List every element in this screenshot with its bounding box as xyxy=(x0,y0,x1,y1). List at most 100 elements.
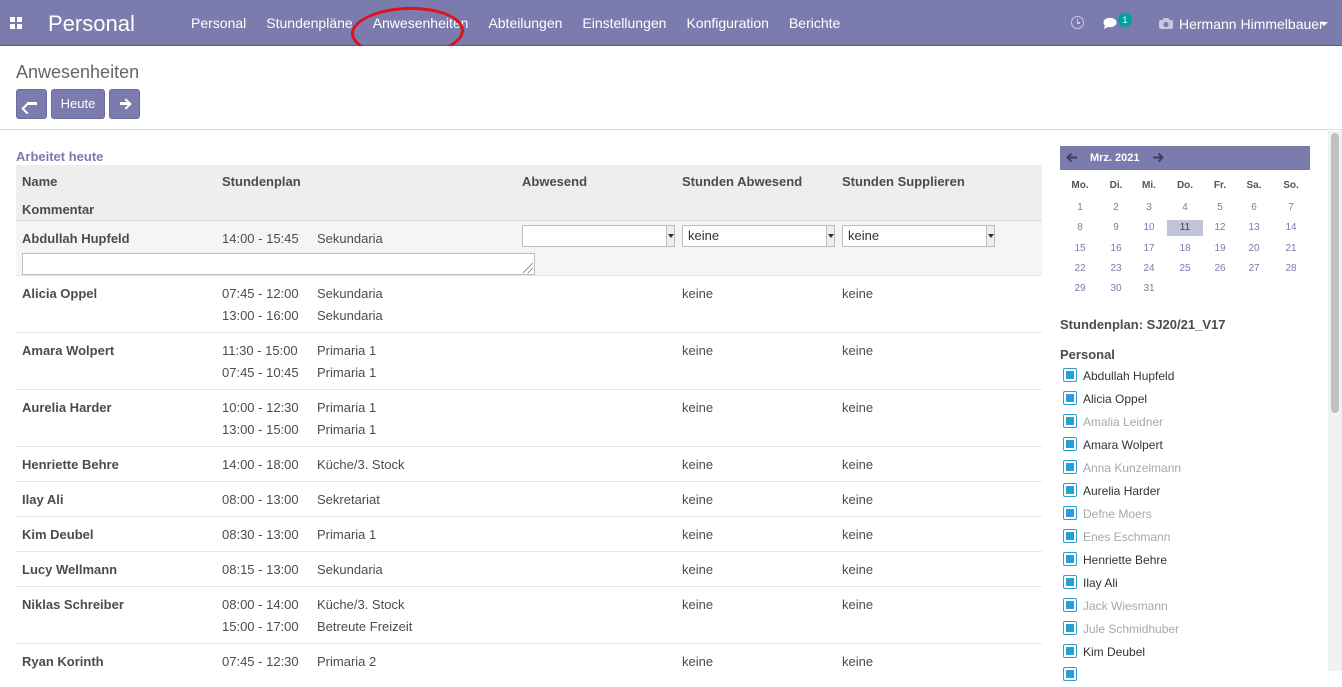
calendar-next-icon[interactable] xyxy=(1152,152,1164,163)
staff-filter-item[interactable]: Enes Eschmann xyxy=(1060,529,1310,549)
calendar-day[interactable]: 10 xyxy=(1131,220,1167,236)
calendar-day[interactable]: 12 xyxy=(1202,220,1238,236)
calendar-day[interactable]: 1 xyxy=(1062,200,1098,216)
checkbox-icon[interactable] xyxy=(1063,506,1077,520)
calendar-day[interactable]: 29 xyxy=(1062,281,1098,297)
hours-substitute-select[interactable]: keine xyxy=(842,225,995,247)
table-row[interactable]: Niklas Schreiber 08:00 - 14:00 Küche/3. St… xyxy=(16,587,1042,644)
checkbox-icon[interactable] xyxy=(1063,667,1077,681)
apps-menu-icon[interactable] xyxy=(10,17,22,29)
table-row[interactable]: Henriette Behre 14:00 - 18:00 Küche/3. Sto… xyxy=(16,447,1042,482)
calendar-day[interactable]: 18 xyxy=(1167,241,1203,257)
table-row-editable[interactable]: Abdullah Hupfeld 14:00 - 15:45 Sekundari… xyxy=(16,221,1042,276)
calendar-day[interactable]: 19 xyxy=(1202,241,1238,257)
absent-select[interactable] xyxy=(522,225,675,247)
column-header-hours-absent[interactable]: Stunden Abwesend xyxy=(682,174,802,189)
calendar-day[interactable]: 3 xyxy=(1131,200,1167,216)
checkbox-icon[interactable] xyxy=(1063,483,1077,497)
calendar-day[interactable]: 16 xyxy=(1098,241,1134,257)
comment-textarea[interactable] xyxy=(22,253,535,275)
user-menu-caret-icon[interactable] xyxy=(1320,22,1328,26)
scrollbar-thumb[interactable] xyxy=(1331,133,1339,413)
checkbox-icon[interactable] xyxy=(1063,644,1077,658)
calendar-day[interactable]: 31 xyxy=(1131,281,1167,297)
calendar-day[interactable]: 6 xyxy=(1236,200,1272,216)
chat-icon[interactable] xyxy=(1103,17,1119,30)
calendar-day[interactable]: 24 xyxy=(1131,261,1167,277)
next-button[interactable] xyxy=(109,89,140,119)
checkbox-icon[interactable] xyxy=(1063,621,1077,635)
staff-filter-item[interactable]: Amalia Leidner xyxy=(1060,414,1310,434)
calendar-prev-icon[interactable] xyxy=(1066,152,1078,163)
checkbox-icon[interactable] xyxy=(1063,414,1077,428)
dropdown-arrow-icon[interactable] xyxy=(986,226,994,246)
staff-filter-item[interactable]: Aurelia Harder xyxy=(1060,483,1310,503)
checkbox-icon[interactable] xyxy=(1063,437,1077,451)
checkbox-icon[interactable] xyxy=(1063,529,1077,543)
staff-filter-item[interactable]: Anna Kunzelmann xyxy=(1060,460,1310,480)
staff-filter-item[interactable]: Jule Schmidhuber xyxy=(1060,621,1310,641)
table-row[interactable]: Ilay Ali 08:00 - 13:00 Sekretariat keine kei… xyxy=(16,482,1042,517)
calendar-day[interactable]: 22 xyxy=(1062,261,1098,277)
calendar-day[interactable]: 17 xyxy=(1131,241,1167,257)
staff-filter-item[interactable]: Amara Wolpert xyxy=(1060,437,1310,457)
staff-filter-item[interactable]: Defne Moers xyxy=(1060,506,1310,526)
calendar-day[interactable]: 20 xyxy=(1236,241,1272,257)
calendar-day[interactable]: 26 xyxy=(1202,261,1238,277)
staff-filter-item[interactable]: Ilay Ali xyxy=(1060,575,1310,595)
calendar-day[interactable]: 8 xyxy=(1062,220,1098,236)
staff-filter-item[interactable]: Henriette Behre xyxy=(1060,552,1310,572)
column-header-schedule[interactable]: Stundenplan xyxy=(222,174,301,189)
user-menu[interactable]: Hermann Himmelbauer xyxy=(1179,16,1324,32)
column-header-comment[interactable]: Kommentar xyxy=(22,202,94,217)
table-row[interactable]: Kim Deubel 08:30 - 13:00 Primaria 1 keine ke… xyxy=(16,517,1042,552)
calendar-month-label[interactable]: Mrz. 2021 xyxy=(1090,152,1140,164)
calendar-day[interactable]: 15 xyxy=(1062,241,1098,257)
staff-filter-item[interactable]: Alicia Oppel xyxy=(1060,391,1310,411)
table-row[interactable]: Lucy Wellmann 08:15 - 13:00 Sekundaria kein… xyxy=(16,552,1042,587)
calendar-day[interactable]: 13 xyxy=(1236,220,1272,236)
checkbox-icon[interactable] xyxy=(1063,575,1077,589)
calendar-day[interactable]: 5 xyxy=(1202,200,1238,216)
calendar-day[interactable]: 9 xyxy=(1098,220,1134,236)
today-button[interactable]: Heute xyxy=(51,89,105,119)
calendar-day[interactable]: 2 xyxy=(1098,200,1134,216)
staff-filter-item[interactable] xyxy=(1060,667,1310,687)
staff-filter-item[interactable]: Kim Deubel xyxy=(1060,644,1310,664)
dropdown-arrow-icon[interactable] xyxy=(666,226,674,246)
staff-filter-item[interactable]: Jack Wiesmann xyxy=(1060,598,1310,618)
menu-item-konfiguration[interactable]: Konfiguration xyxy=(686,0,769,46)
menu-item-anwesenheiten[interactable]: Anwesenheiten xyxy=(373,0,469,46)
checkbox-icon[interactable] xyxy=(1063,552,1077,566)
calendar-day[interactable]: 21 xyxy=(1273,241,1309,257)
calendar-day[interactable]: 27 xyxy=(1236,261,1272,277)
menu-item-einstellungen[interactable]: Einstellungen xyxy=(582,0,666,46)
calendar-day[interactable]: 4 xyxy=(1167,200,1203,216)
column-header-name[interactable]: Name xyxy=(22,174,57,189)
menu-item-berichte[interactable]: Berichte xyxy=(789,0,840,46)
checkbox-icon[interactable] xyxy=(1063,598,1077,612)
menu-item-personal[interactable]: Personal xyxy=(191,0,246,46)
column-header-hours-substitute[interactable]: Stunden Supplieren xyxy=(842,174,965,189)
dropdown-arrow-icon[interactable] xyxy=(826,226,834,246)
checkbox-icon[interactable] xyxy=(1063,368,1077,382)
app-brand[interactable]: Personal xyxy=(48,11,135,37)
calendar-day[interactable]: 30 xyxy=(1098,281,1134,297)
checkbox-icon[interactable] xyxy=(1063,391,1077,405)
calendar-day[interactable]: 28 xyxy=(1273,261,1309,277)
table-row[interactable]: Amara Wolpert 11:30 - 15:00 Primaria 1 07:4… xyxy=(16,333,1042,390)
resize-handle-icon[interactable] xyxy=(523,263,533,273)
calendar-day[interactable]: 14 xyxy=(1273,220,1309,236)
staff-filter-item[interactable]: Abdullah Hupfeld xyxy=(1060,368,1310,388)
calendar-day[interactable]: 25 xyxy=(1167,261,1203,277)
user-avatar-icon[interactable] xyxy=(1159,18,1173,29)
menu-item-abteilungen[interactable]: Abteilungen xyxy=(488,0,562,46)
hours-absent-select[interactable]: keine xyxy=(682,225,835,247)
column-header-absent[interactable]: Abwesend xyxy=(522,174,587,189)
checkbox-icon[interactable] xyxy=(1063,460,1077,474)
table-row[interactable]: Ryan Korinth 07:45 - 12:30 Primaria 2 keine… xyxy=(16,644,1042,671)
calendar-day[interactable]: 11 xyxy=(1167,220,1203,237)
calendar-day[interactable]: 23 xyxy=(1098,261,1134,277)
main-scrollbar[interactable] xyxy=(1328,131,1342,671)
table-row[interactable]: Aurelia Harder 10:00 - 12:30 Primaria 1 13:… xyxy=(16,390,1042,447)
